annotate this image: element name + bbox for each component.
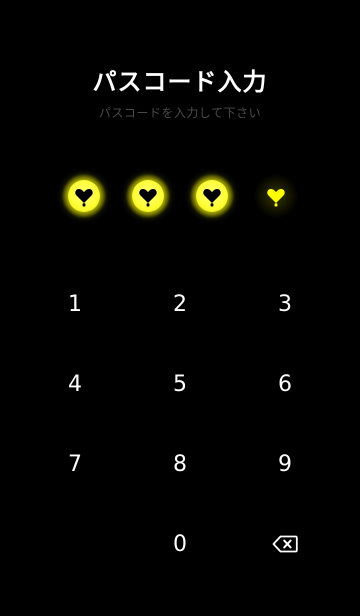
key-0[interactable]: 0 (135, 512, 225, 576)
key-2[interactable]: 2 (135, 272, 225, 336)
numeric-keypad: 1 2 3 4 5 6 7 8 9 0 (0, 264, 360, 584)
key-6[interactable]: 6 (240, 352, 330, 416)
heart-bulb-icon (203, 188, 221, 207)
heart-bulb-icon (267, 188, 285, 207)
heart-bulb-icon (75, 188, 93, 207)
key-4[interactable]: 4 (30, 352, 120, 416)
passcode-dot-empty (254, 174, 298, 218)
key-1[interactable]: 1 (30, 272, 120, 336)
passcode-dot-filled (126, 174, 170, 218)
passcode-indicator (0, 174, 360, 218)
passcode-dot-filled (62, 174, 106, 218)
key-8[interactable]: 8 (135, 432, 225, 496)
page-title: パスコード入力 (92, 68, 268, 96)
key-7[interactable]: 7 (30, 432, 120, 496)
backspace-icon (272, 535, 298, 553)
heart-bulb-icon (139, 188, 157, 207)
passcode-dot-filled (190, 174, 234, 218)
key-9[interactable]: 9 (240, 432, 330, 496)
backspace-button[interactable] (240, 512, 330, 576)
key-3[interactable]: 3 (240, 272, 330, 336)
key-5[interactable]: 5 (135, 352, 225, 416)
page-subtitle: パスコードを入力して下さい (98, 106, 262, 120)
